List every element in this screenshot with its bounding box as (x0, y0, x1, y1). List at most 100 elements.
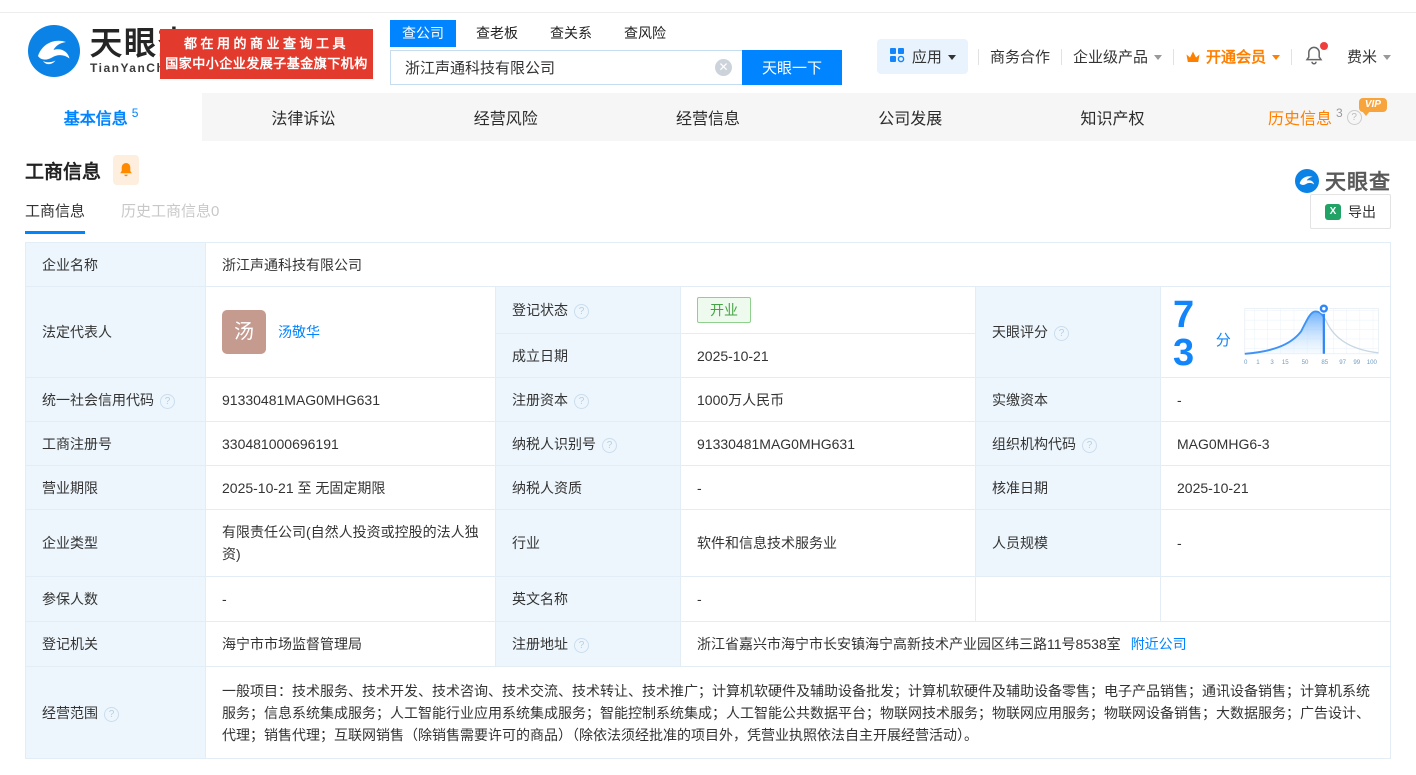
notifications-bell[interactable] (1304, 45, 1324, 69)
subscribe-bell-button[interactable] (113, 155, 139, 185)
reg-address-value: 浙江省嘉兴市海宁市长安镇海宁高新技术产业园区纬三路11号8538室 (697, 636, 1121, 652)
tab-intellectual-property[interactable]: 知识产权 (1011, 93, 1213, 141)
help-icon[interactable]: ? (574, 304, 589, 319)
search-tab-boss[interactable]: 查老板 (464, 20, 530, 47)
subtab-label: 历史工商信息 (121, 203, 211, 220)
tab-business-info[interactable]: 经营信息 (607, 93, 809, 141)
score-value: 73 (1173, 296, 1213, 372)
field-label-text: 组织机构代码 (992, 436, 1076, 452)
tab-basic-info[interactable]: 基本信息 5 (0, 93, 202, 141)
table-row: 企业类型 有限责任公司(自然人投资或控股的法人独资) 行业 软件和信息技术服务业… (26, 510, 1391, 577)
help-icon[interactable]: ? (1054, 326, 1069, 341)
subtab-history-business-info[interactable]: 历史工商信息0 (121, 194, 219, 234)
vip-badge: VIP (1359, 98, 1387, 112)
table-row: 登记机关 海宁市市场监督管理局 注册地址? 浙江省嘉兴市海宁市长安镇海宁高新技术… (26, 622, 1391, 667)
field-label: 法定代表人 (26, 287, 206, 378)
field-label: 英文名称 (496, 577, 681, 622)
table-row: 工商注册号 330481000696191 纳税人识别号? 91330481MA… (26, 422, 1391, 466)
field-label: 注册地址? (496, 622, 681, 667)
tab-legal-proceedings[interactable]: 法律诉讼 (202, 93, 404, 141)
credit-code-value: 91330481MAG0MHG631 (206, 378, 496, 422)
tab-history-info[interactable]: 历史信息 3 ? VIP (1214, 93, 1416, 141)
search-tab-risk[interactable]: 查风险 (612, 20, 678, 47)
user-menu[interactable]: 费米 (1347, 46, 1391, 67)
insured-count-value: - (206, 577, 496, 622)
tab-label: 公司发展 (878, 105, 942, 129)
taxpayer-quality-value: - (681, 466, 976, 510)
help-icon[interactable]: ? (1082, 438, 1097, 453)
enterprise-products-menu[interactable]: 企业级产品 (1073, 46, 1162, 67)
avatar[interactable]: 汤 (222, 310, 266, 354)
score-cell: 73 分 (1161, 287, 1391, 378)
field-label: 营业期限 (26, 466, 206, 510)
enterprise-products-label: 企业级产品 (1073, 46, 1148, 67)
paid-capital-value: - (1161, 378, 1391, 422)
help-icon[interactable]: ? (1347, 110, 1362, 125)
section-title: 工商信息 (25, 157, 101, 184)
field-label: 纳税人识别号? (496, 422, 681, 466)
help-icon[interactable]: ? (602, 438, 617, 453)
org-code-value: MAG0MHG6-3 (1161, 422, 1391, 466)
search-button[interactable]: 天眼一下 (742, 50, 842, 85)
business-term-value: 2025-10-21 至 无固定期限 (206, 466, 496, 510)
export-button[interactable]: X 导出 (1310, 194, 1391, 229)
reg-status-cell: 开业 (681, 287, 976, 334)
search-tab-relation[interactable]: 查关系 (538, 20, 604, 47)
legal-rep-link[interactable]: 汤敬华 (278, 321, 320, 343)
english-name-value: - (681, 577, 976, 622)
field-label-text: 统一社会信用代码 (42, 392, 154, 408)
help-icon[interactable]: ? (574, 638, 589, 653)
field-label: 注册资本? (496, 378, 681, 422)
field-label: 组织机构代码? (976, 422, 1161, 466)
divider (978, 49, 979, 65)
tab-label: 经营信息 (676, 105, 740, 129)
chevron-down-icon (1272, 55, 1280, 60)
business-info-subtabs: 工商信息 历史工商信息0 X 导出 (25, 194, 1391, 234)
clear-search-icon[interactable]: ✕ (715, 59, 732, 76)
apps-menu[interactable]: 应用 (877, 39, 968, 74)
open-vip-menu[interactable]: 开通会员 (1185, 46, 1280, 67)
tab-count: 5 (132, 106, 139, 120)
site-header: 天眼查 TianYanCha.com 都在用的商业查询工具 国家中小企业发展子基… (0, 13, 1416, 93)
search-input[interactable] (405, 59, 715, 76)
slogan-line-2: 国家中小企业发展子基金旗下机构 (160, 54, 373, 74)
tab-label: 历史信息 (1268, 105, 1332, 129)
field-label: 人员规模 (976, 510, 1161, 577)
tab-label: 基本信息 (64, 105, 128, 129)
help-icon[interactable]: ? (104, 707, 119, 722)
business-cooperation-link[interactable]: 商务合作 (990, 46, 1050, 67)
field-label: 登记状态? (496, 287, 681, 334)
crown-icon (1185, 50, 1201, 64)
apps-grid-icon (889, 47, 905, 67)
tab-company-development[interactable]: 公司发展 (809, 93, 1011, 141)
industry-value: 软件和信息技术服务业 (681, 510, 976, 577)
table-row: 法定代表人 汤 汤敬华 登记状态? 开业 天眼评分? 73 分 (26, 287, 1391, 334)
axis-tick: 15 (1282, 359, 1289, 366)
help-icon[interactable]: ? (574, 394, 589, 409)
taxpayer-id-value: 91330481MAG0MHG631 (681, 422, 976, 466)
watermark-logo: 天眼查 (1295, 166, 1391, 196)
field-label: 经营范围? (26, 667, 206, 759)
axis-tick: 85 (1321, 359, 1328, 366)
search-input-wrap: ✕ (390, 50, 742, 85)
search-tabs: 查公司 查老板 查关系 查风险 (390, 23, 842, 47)
field-label: 参保人数 (26, 577, 206, 622)
nearby-companies-link[interactable]: 附近公司 (1131, 636, 1187, 652)
tianyancha-watermark-icon (1295, 169, 1319, 193)
field-label: 成立日期 (496, 334, 681, 378)
tab-operational-risk[interactable]: 经营风险 (405, 93, 607, 141)
approval-date-value: 2025-10-21 (1161, 466, 1391, 510)
watermark-text: 天眼查 (1325, 166, 1391, 196)
reg-address-cell: 浙江省嘉兴市海宁市长安镇海宁高新技术产业园区纬三路11号8538室附近公司 (681, 622, 1391, 667)
table-row: 营业期限 2025-10-21 至 无固定期限 纳税人资质 - 核准日期 202… (26, 466, 1391, 510)
reg-number-value: 330481000696191 (206, 422, 496, 466)
search-tab-company[interactable]: 查公司 (390, 20, 456, 47)
divider (1173, 49, 1174, 65)
subtab-business-info[interactable]: 工商信息 (25, 194, 85, 234)
open-vip-label: 开通会员 (1206, 46, 1266, 67)
username: 费米 (1347, 46, 1377, 67)
help-icon[interactable]: ? (160, 394, 175, 409)
field-label-text: 纳税人识别号 (512, 436, 596, 452)
field-label: 行业 (496, 510, 681, 577)
axis-tick: 3 (1270, 359, 1274, 366)
